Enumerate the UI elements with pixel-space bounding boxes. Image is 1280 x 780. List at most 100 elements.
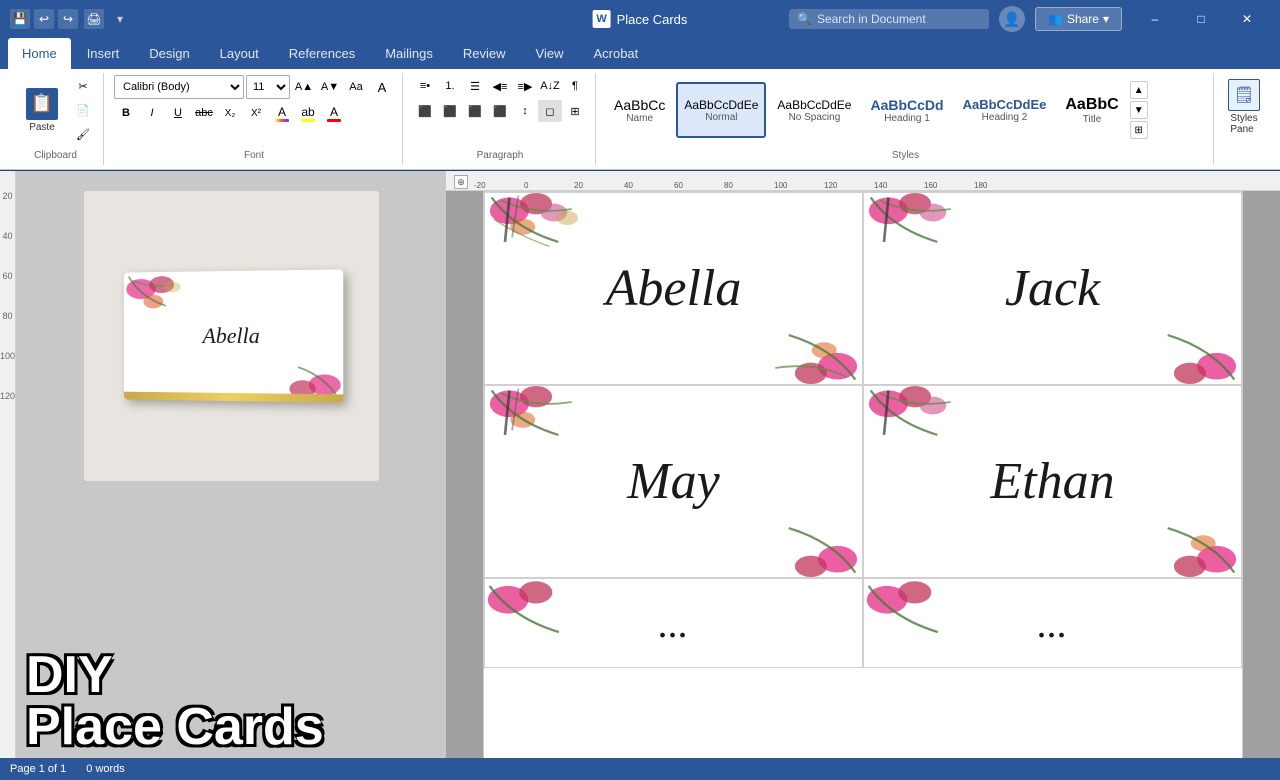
place-card-abella[interactable]: Abella	[484, 192, 863, 385]
main-layout: 20 40 60 80 100 120	[0, 171, 1280, 758]
styles-pane-label: StylesPane	[1230, 113, 1257, 135]
tab-references[interactable]: References	[275, 38, 369, 69]
decrease-indent-button[interactable]: ◀≡	[488, 75, 512, 97]
place-card-may[interactable]: May	[484, 385, 863, 578]
tab-insert[interactable]: Insert	[73, 38, 134, 69]
style-normal[interactable]: AaBbCcDdEe Normal	[676, 82, 766, 138]
ruler-140: 140	[874, 181, 887, 190]
align-left-button[interactable]: ⬛	[413, 100, 437, 122]
floral-br-may	[742, 497, 862, 577]
floral-tl-abella	[485, 193, 605, 273]
sort-button[interactable]: A↓Z	[538, 75, 562, 97]
style-heading1[interactable]: AaBbCcDd Heading 1	[862, 82, 951, 138]
v-mark-60: 60	[0, 256, 15, 296]
clipboard-label: Clipboard	[16, 147, 95, 161]
bullets-button[interactable]: ≡•	[413, 75, 437, 97]
bold-button[interactable]: B	[114, 102, 138, 124]
redo-icon[interactable]: ↪	[58, 9, 78, 29]
italic-button[interactable]: I	[140, 102, 164, 124]
decrease-font-button[interactable]: A▼	[318, 76, 342, 98]
font-color-button[interactable]: A	[322, 102, 346, 124]
font-name-select[interactable]: Calibri (Body)	[114, 75, 244, 99]
print-icon[interactable]: 🖨	[84, 9, 104, 29]
styles-pane-button[interactable]: 🗒 StylesPane	[1224, 75, 1264, 139]
text-effect-button[interactable]: A	[270, 102, 294, 124]
minimize-button[interactable]: –	[1132, 0, 1178, 38]
change-case-button[interactable]: Aa	[344, 76, 368, 98]
diy-line2: Place Cards	[26, 698, 324, 756]
justify-button[interactable]: ⬛	[488, 100, 512, 122]
v-mark-20: 20	[0, 176, 15, 216]
line-spacing-button[interactable]: ↕	[513, 100, 537, 122]
strikethrough-button[interactable]: abc	[192, 102, 216, 124]
styles-expand[interactable]: ⊞	[1130, 121, 1148, 139]
share-button[interactable]: 👥 Share ▾	[1035, 7, 1122, 31]
place-card-6[interactable]: ...	[863, 578, 1242, 668]
doc-area: ⊕ -20 0 20 40 60 80 100 120 140 160 180 …	[446, 171, 1280, 758]
style-no-spacing[interactable]: AaBbCcDdEe No Spacing	[769, 82, 859, 138]
superscript-button[interactable]: X²	[244, 102, 268, 124]
diy-line1: DIY	[26, 649, 436, 701]
tab-view[interactable]: View	[522, 38, 578, 69]
increase-font-button[interactable]: A▲	[292, 76, 316, 98]
card-name-jack[interactable]: Jack	[1005, 259, 1100, 318]
clear-format-button[interactable]: A	[370, 76, 394, 98]
borders-button[interactable]: ⊞	[563, 100, 587, 122]
style-name[interactable]: AaBbCc Name	[606, 82, 673, 138]
undo-icon[interactable]: ↩	[34, 9, 54, 29]
paragraph-group-top: ≡• 1. ☰ ◀≡ ≡▶ A↓Z ¶ ⬛ ⬛ ⬛ ⬛ ↕ ◻ ⊞	[413, 75, 587, 145]
underline-button[interactable]: U	[166, 102, 190, 124]
numbering-button[interactable]: 1.	[438, 75, 462, 97]
format-painter-button[interactable]: 🖌	[71, 123, 95, 145]
tab-review[interactable]: Review	[449, 38, 520, 69]
vertical-ruler: 20 40 60 80 100 120	[0, 171, 16, 758]
preview-floral-tl	[124, 272, 192, 332]
preview-card-name: Abella	[203, 323, 260, 349]
ruler-corner[interactable]: ⊕	[454, 175, 468, 189]
font-size-select[interactable]: 11	[246, 75, 290, 99]
copy-button[interactable]: 📄	[71, 99, 95, 121]
list-row: ≡• 1. ☰ ◀≡ ≡▶ A↓Z ¶	[413, 75, 587, 97]
card-name-may[interactable]: May	[627, 452, 719, 511]
multilevel-list-button[interactable]: ☰	[463, 75, 487, 97]
styles-pane-icon: 🗒	[1228, 79, 1260, 111]
align-right-button[interactable]: ⬛	[463, 100, 487, 122]
status-bar: Page 1 of 1 0 words	[0, 758, 1280, 780]
place-card-5[interactable]: ...	[484, 578, 863, 668]
floral-br-jack	[1121, 304, 1241, 384]
cut-button[interactable]: ✂	[71, 75, 95, 97]
word-icon: W	[593, 10, 611, 28]
paste-button[interactable]: 📋 Paste	[16, 84, 68, 137]
save-icon[interactable]: 💾	[10, 9, 30, 29]
tab-mailings[interactable]: Mailings	[371, 38, 447, 69]
tab-acrobat[interactable]: Acrobat	[579, 38, 652, 69]
styles-scroll-up[interactable]: ▲	[1130, 81, 1148, 99]
tab-home[interactable]: Home	[8, 38, 71, 69]
share-chevron: ▾	[1103, 12, 1109, 26]
close-button[interactable]: ✕	[1224, 0, 1270, 38]
ribbon-tabs: Home Insert Design Layout References Mai…	[0, 38, 1280, 69]
shading-button[interactable]: ◻	[538, 100, 562, 122]
card-name-ethan[interactable]: Ethan	[990, 452, 1114, 511]
place-card-ethan[interactable]: Ethan	[863, 385, 1242, 578]
ruler-120: 120	[824, 181, 837, 190]
tab-layout[interactable]: Layout	[206, 38, 273, 69]
place-card-jack[interactable]: Jack	[863, 192, 1242, 385]
card-name-5[interactable]: ...	[659, 600, 689, 647]
style-heading2[interactable]: AaBbCcDdEe Heading 2	[955, 82, 1055, 138]
text-highlight-button[interactable]: ab	[296, 102, 320, 124]
increase-indent-button[interactable]: ≡▶	[513, 75, 537, 97]
horizontal-ruler: ⊕ -20 0 20 40 60 80 100 120 140 160 180	[446, 171, 1280, 191]
card-name-6[interactable]: ...	[1038, 600, 1068, 647]
tab-design[interactable]: Design	[135, 38, 203, 69]
style-title[interactable]: AaBbC Title	[1057, 82, 1126, 138]
align-center-button[interactable]: ⬛	[438, 100, 462, 122]
show-marks-button[interactable]: ¶	[563, 75, 587, 97]
subscript-button[interactable]: X₂	[218, 102, 242, 124]
more-icon[interactable]: ▾	[110, 9, 130, 29]
search-box[interactable]: 🔍 Search in Document	[789, 9, 989, 29]
user-avatar[interactable]: 👤	[999, 6, 1025, 32]
styles-scroll-down[interactable]: ▼	[1130, 101, 1148, 119]
card-name-abella[interactable]: Abella	[606, 259, 742, 318]
maximize-button[interactable]: □	[1178, 0, 1224, 38]
